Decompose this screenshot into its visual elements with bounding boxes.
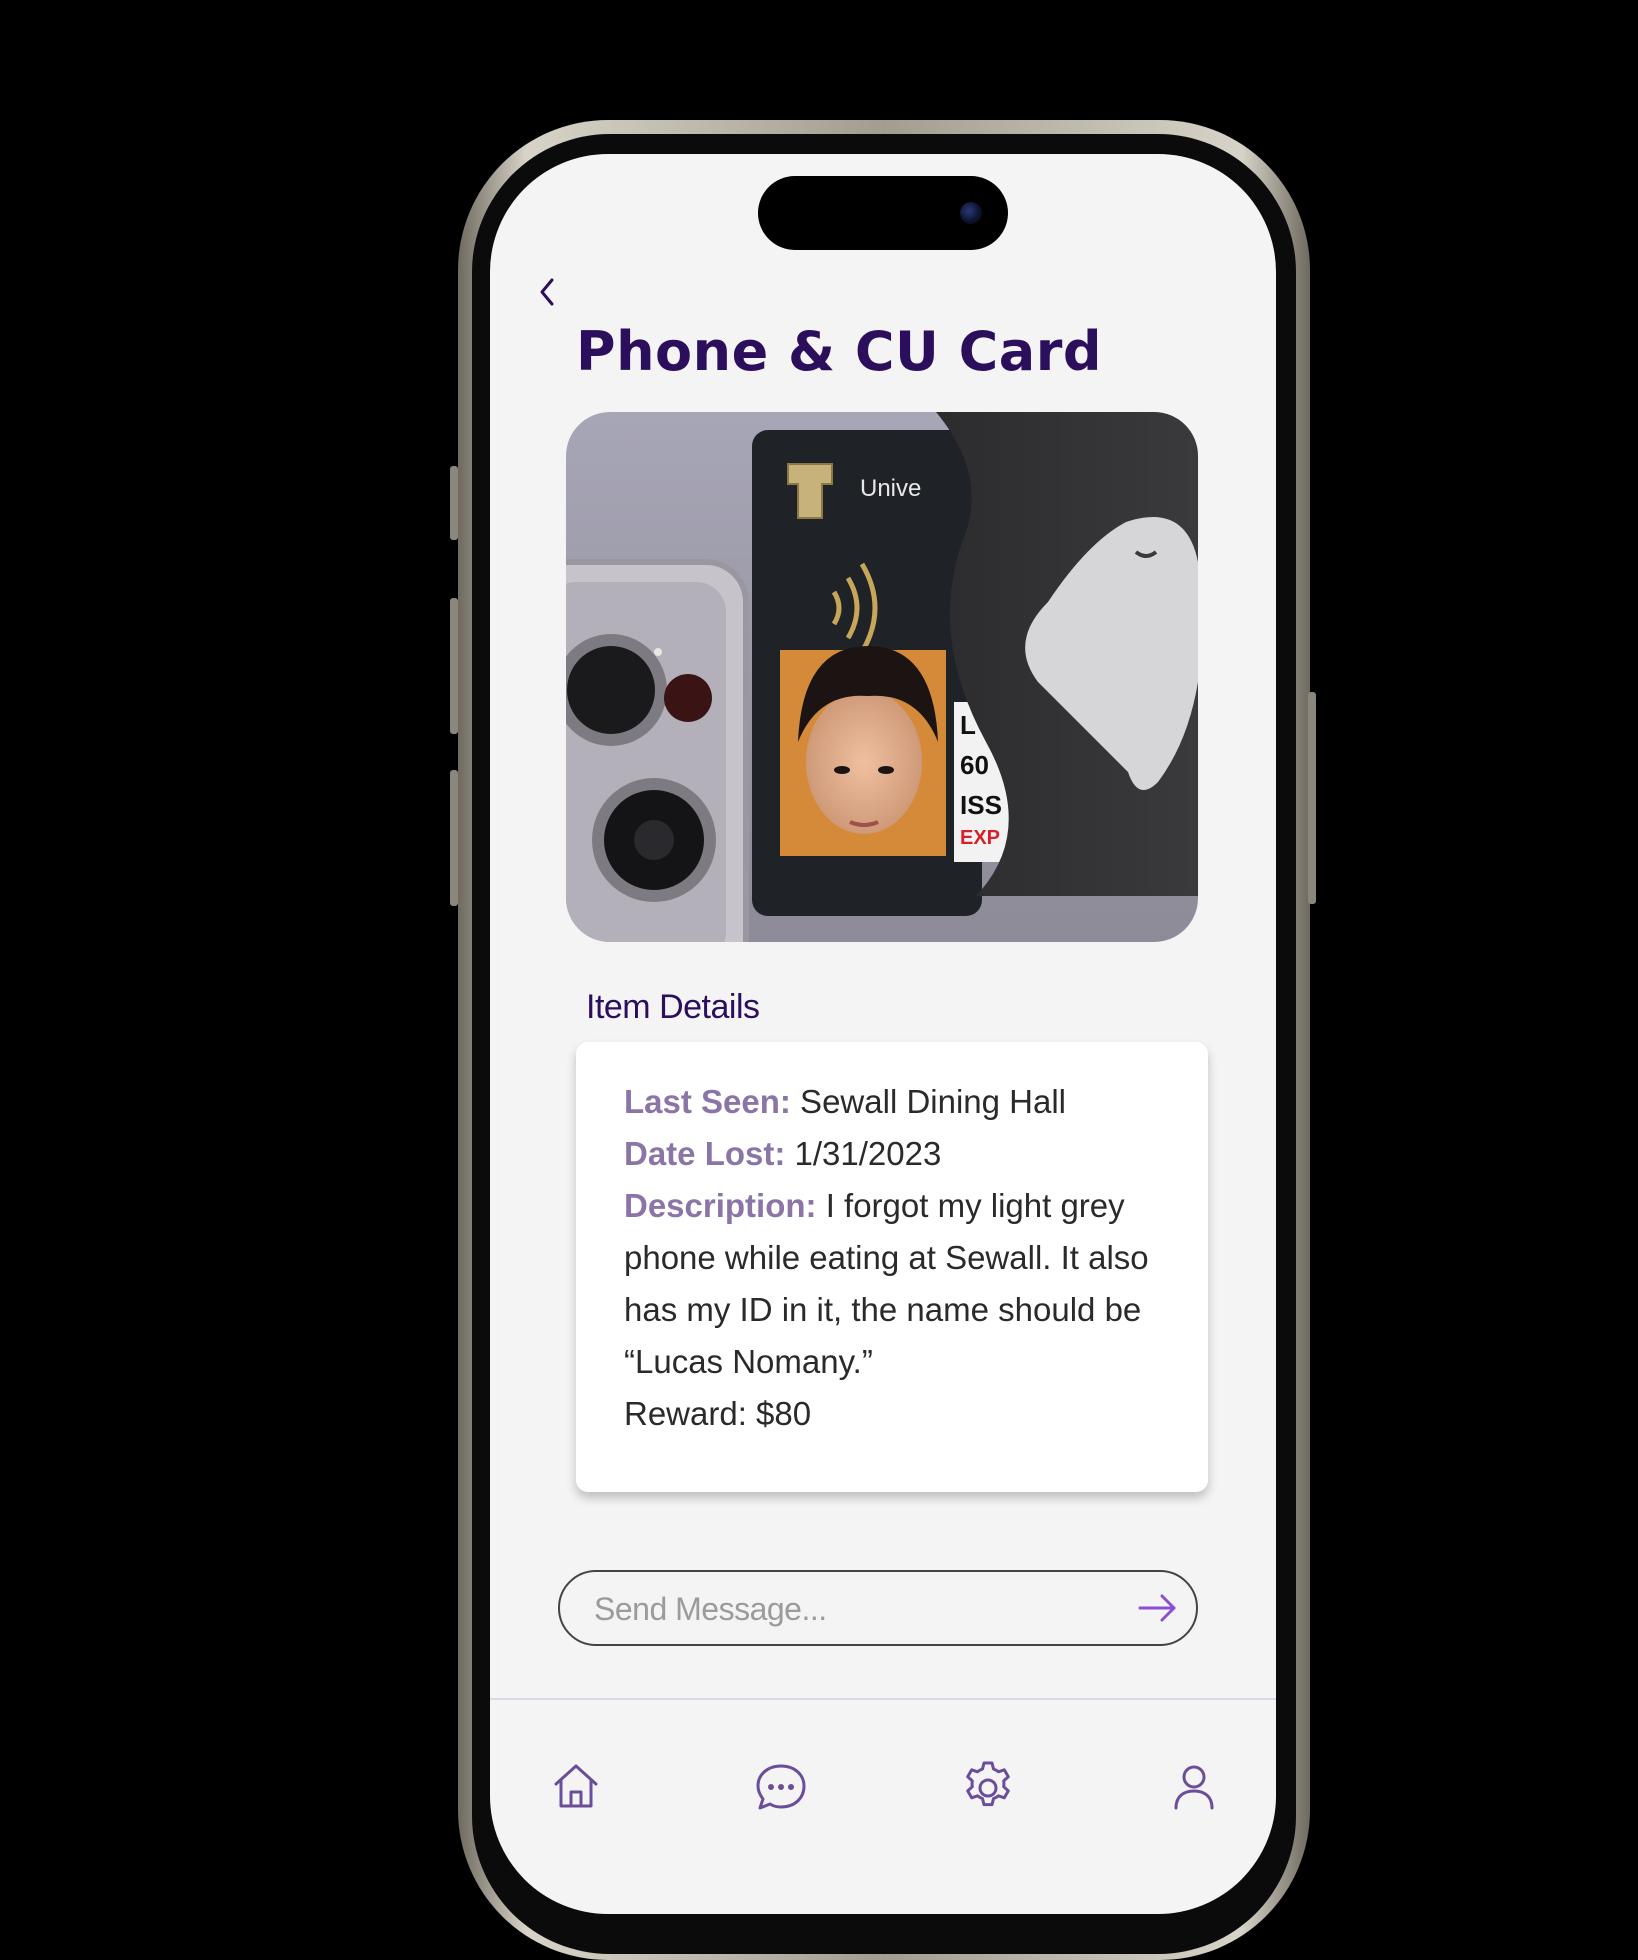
item-details-card: Last Seen: Sewall Dining Hall Date Lost:… — [576, 1042, 1208, 1492]
detail-date-lost: Date Lost: 1/31/2023 — [624, 1128, 1184, 1180]
tab-profile[interactable] — [1166, 1758, 1222, 1814]
front-camera — [960, 202, 982, 224]
power-button — [1308, 692, 1316, 904]
detail-last-seen: Last Seen: Sewall Dining Hall — [624, 1076, 1184, 1128]
last-seen-value: Sewall Dining Hall — [790, 1083, 1067, 1120]
profile-icon — [1174, 1765, 1214, 1810]
tab-settings[interactable] — [960, 1758, 1016, 1814]
item-photo-illustration: Unive L 60 ISS EXP — [566, 412, 1198, 942]
send-button[interactable] — [1134, 1584, 1182, 1632]
section-title-item-details: Item Details — [586, 988, 760, 1026]
card-university-text: Unive — [860, 475, 921, 502]
tab-home[interactable] — [548, 1758, 604, 1814]
date-lost-label: Date Lost: — [624, 1135, 786, 1172]
tab-messages[interactable] — [753, 1758, 809, 1814]
description-label: Description: — [624, 1187, 817, 1224]
chevron-left-icon — [540, 278, 554, 306]
page-title: Phone & CU Card — [576, 320, 1103, 383]
back-button[interactable] — [526, 270, 570, 314]
id-text-line-2: 60 — [960, 750, 989, 780]
volume-up-button — [450, 598, 458, 734]
last-seen-label: Last Seen: — [624, 1083, 791, 1120]
chat-icon — [756, 1764, 806, 1810]
item-details-text: Last Seen: Sewall Dining Hall Date Lost:… — [624, 1076, 1184, 1440]
action-button — [450, 466, 458, 540]
phone-screen: Phone & CU Card Unive L 60 ISS EXP Item … — [490, 154, 1276, 1914]
message-box — [558, 1570, 1198, 1646]
date-lost-value: 1/31/2023 — [785, 1135, 942, 1172]
tab-bar-divider — [490, 1698, 1276, 1700]
arrow-right-icon — [1138, 1594, 1176, 1622]
detail-reward: Reward: $80 — [624, 1395, 812, 1432]
message-input[interactable] — [592, 1582, 1116, 1636]
volume-down-button — [450, 770, 458, 906]
item-photo[interactable]: Unive L 60 ISS EXP — [566, 412, 1198, 942]
detail-description: Description: I forgot my light grey phon… — [624, 1180, 1184, 1388]
id-text-line-4: EXP — [960, 827, 1000, 849]
settings-icon — [966, 1761, 1010, 1807]
id-text-line-3: ISS — [960, 790, 1002, 820]
home-icon — [554, 1764, 598, 1808]
dynamic-island — [758, 176, 1008, 250]
